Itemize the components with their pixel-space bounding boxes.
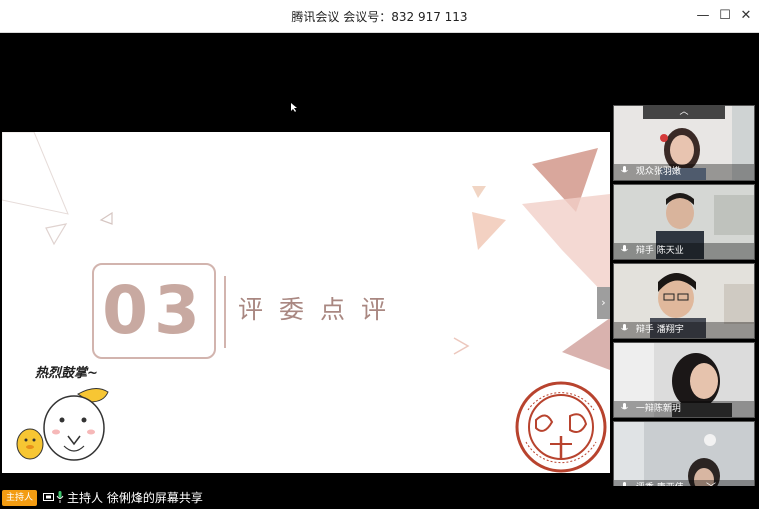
screen-share-icon: [43, 493, 54, 501]
participant-tile[interactable]: 一辩陈新玥: [613, 342, 755, 418]
participant-name: 辩手 陈天业: [635, 246, 684, 256]
participant-name: 辩手 潘翔宇: [635, 325, 684, 335]
mouse-cursor-icon: [291, 103, 297, 112]
mic-icon: [56, 491, 64, 503]
share-status-bar: 主持人 主持人 徐俐烽的屏幕共享: [0, 486, 759, 509]
participant-name-bar: 一辩陈新玥: [614, 401, 754, 417]
screen-share-status: 主持人 徐俐烽的屏幕共享: [67, 491, 203, 505]
presentation-slide: 03 评委点评 热烈鼓掌~: [2, 132, 610, 473]
maximize-icon[interactable]: ☐: [716, 7, 734, 25]
close-icon[interactable]: ✕: [737, 7, 755, 25]
section-heading: 评委点评: [238, 295, 403, 324]
participant-video-panel: ︿ 观众张羽嫩 辩手 陈天业 辩手 潘翔宇 一辩陈新玥: [613, 105, 755, 501]
university-seal-logo: [515, 381, 607, 473]
participant-name: 一辩陈新玥: [635, 404, 681, 414]
clapping-mascot-sticker: [16, 388, 109, 461]
mic-icon: [621, 403, 628, 410]
participant-name-bar: 辩手 潘翔宇: [614, 322, 754, 338]
participant-name-bar: 辩手 陈天业: [614, 243, 754, 259]
window-titlebar: 腾讯会议 会议号：832 917 113 — ☐ ✕: [0, 0, 759, 33]
minimize-icon[interactable]: —: [694, 7, 712, 25]
participant-tile[interactable]: 辩手 潘翔宇: [613, 263, 755, 339]
host-badge: 主持人: [2, 490, 38, 506]
participant-name-bar: 观众张羽嫩: [614, 164, 754, 180]
participant-tile[interactable]: 辩手 陈天业: [613, 184, 755, 260]
section-number: 03: [102, 272, 206, 349]
participant-name: 观众张羽嫩: [635, 167, 681, 177]
window-title: 腾讯会议 会议号：832 917 113: [291, 10, 468, 24]
mic-icon: [621, 166, 628, 173]
mic-icon: [621, 324, 628, 331]
shared-screen-stage: 03 评委点评 热烈鼓掌~ › ︿ 观众张羽嫩 辩手 陈天业 辩手 潘翔宇 一辩…: [0, 33, 759, 509]
mic-icon: [621, 245, 628, 252]
chevron-right-icon[interactable]: ›: [597, 287, 610, 319]
chevron-up-icon[interactable]: ︿: [643, 105, 725, 119]
title-divider: [224, 276, 226, 348]
